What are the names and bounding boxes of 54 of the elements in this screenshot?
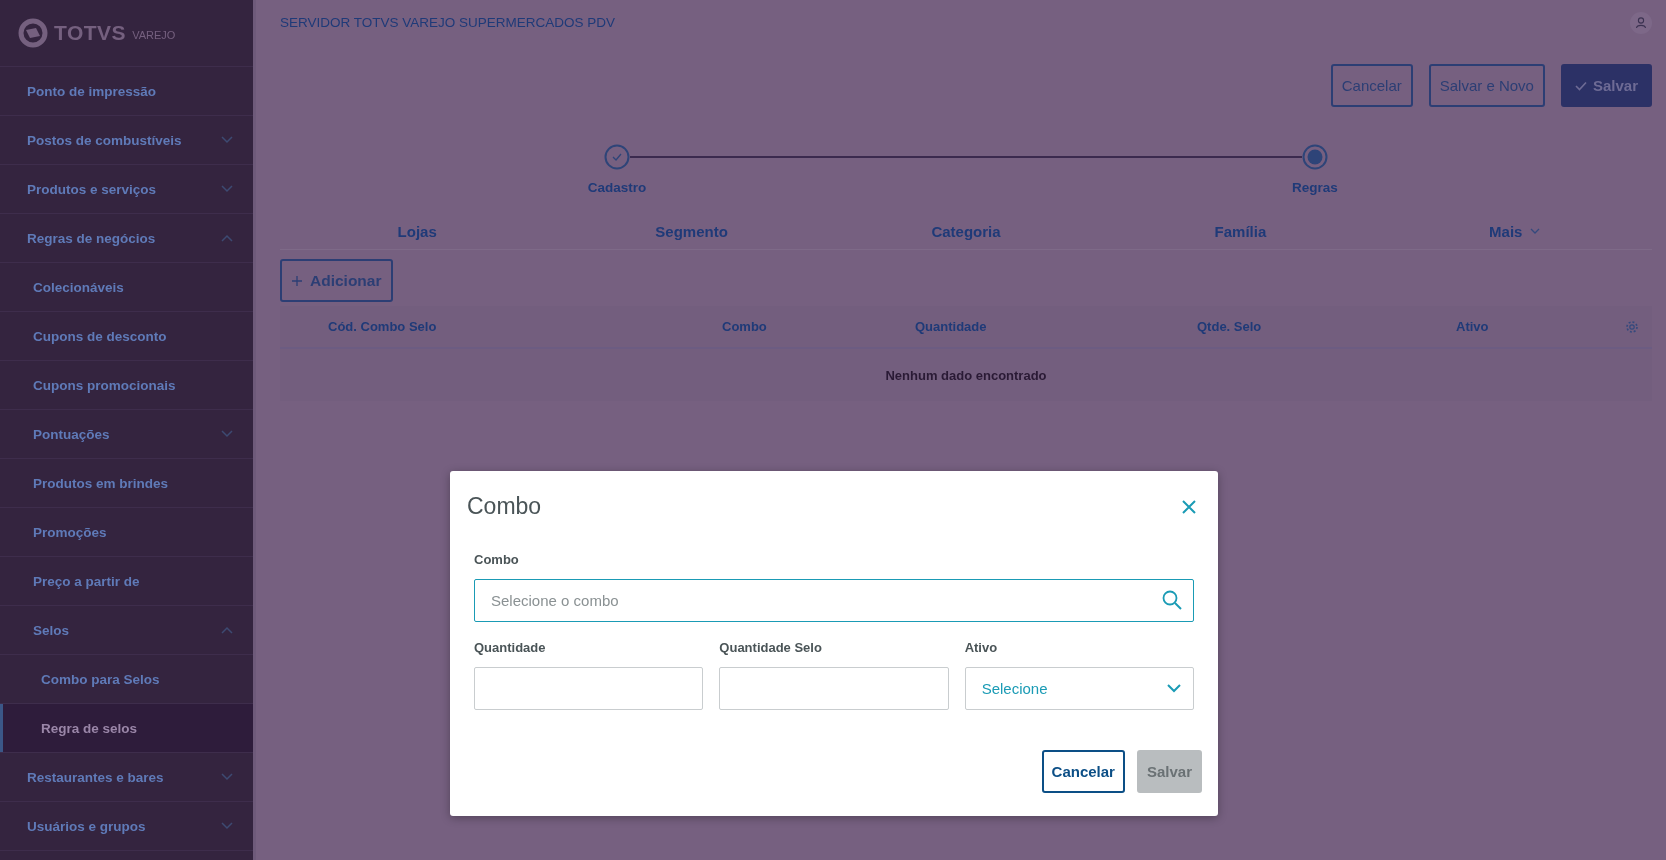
sidebar-item[interactable]: Usuários e grupos [0,802,253,851]
tab[interactable]: Segmento [655,222,728,240]
dialog-button[interactable]: Cancelar [1041,750,1125,793]
sidebar-item[interactable]: Restaurantes e bares [0,753,253,802]
chevron-icon [1167,684,1181,693]
search-field[interactable]: Selecione o combo [474,579,1194,622]
sidebar-item[interactable]: Promoções [0,508,253,557]
empty-message: Nenhum dado encontrado [885,367,1047,383]
field-label: Combo [474,552,520,567]
check-icon [1574,80,1587,91]
field-label: Quantidade [474,640,547,655]
sidebar-item[interactable]: Cupons promocionais [0,361,253,410]
input-field[interactable] [474,667,704,710]
action-button[interactable]: Cancelar [1330,64,1413,107]
action-button[interactable]: Salvar [1560,64,1652,107]
sidebar-item[interactable]: Cupons de desconto [0,312,253,361]
column-header: Ativo [1456,319,1489,334]
tab[interactable]: Mais [1489,222,1541,240]
add-button[interactable]: Adicionar [280,259,394,302]
sidebar-item[interactable]: Regra de selos [0,704,253,753]
select-field[interactable]: Selecione [964,667,1194,710]
step-label: Cadastro [587,180,647,195]
sidebar-item[interactable]: Ponto de impressão [0,67,253,116]
sidebar-item[interactable]: Produtos em brindes [0,459,253,508]
tab[interactable]: Família [1214,222,1267,240]
caret-icon [1530,228,1541,234]
user-icon[interactable] [1630,11,1652,34]
logo-product: VAREJO [132,29,176,41]
sidebar-item[interactable]: Produtos e serviços [0,165,253,214]
server-title: SERVIDOR TOTVS VAREJO SUPERMERCADOS PDV [280,15,616,30]
sidebar-item[interactable]: Postos de combustíveis [0,116,253,165]
search-icon [1162,590,1182,610]
field-label: Ativo [964,640,999,655]
sidebar-item[interactable]: Selos [0,606,253,655]
column-header: Qtde. Selo [1197,319,1262,334]
column-header: Cód. Combo Selo [328,319,437,334]
sidebar-item[interactable]: Preço a partir de [0,557,253,606]
close-icon[interactable] [1182,499,1196,514]
sidebar-item[interactable]: Pontuações [0,410,253,459]
tab[interactable]: Categoria [931,222,1001,240]
logo-icon [18,18,48,48]
modal-title: Combo [467,493,542,520]
sidebar-item[interactable]: Regras de negócios [0,214,253,263]
sidebar-item[interactable]: Colecionáveis [0,263,253,312]
action-button[interactable]: Salvar e Novo [1428,64,1545,107]
column-header: Combo [722,319,767,334]
tab[interactable]: Lojas [397,222,437,240]
input-field[interactable] [719,667,949,710]
logo-brand: TOTVS [54,21,127,45]
step-label: Regras [1292,180,1338,195]
field-label: Quantidade Selo [719,640,823,655]
column-header: Quantidade [915,319,987,334]
settings-icon[interactable] [1625,319,1639,334]
plus-icon [292,275,302,286]
